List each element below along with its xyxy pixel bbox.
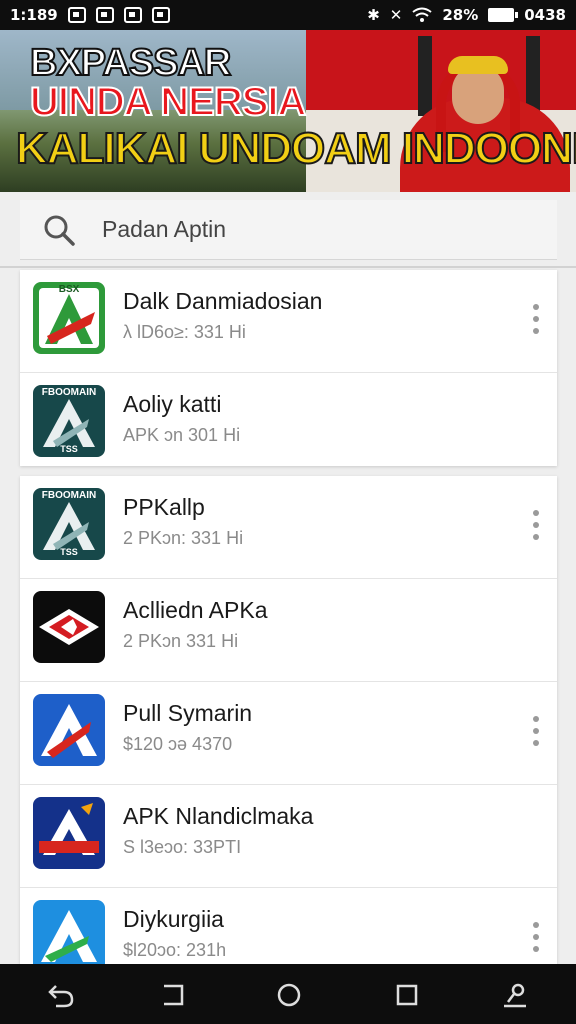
assistant-icon[interactable] bbox=[500, 980, 530, 1010]
banner-line-1: BXPASSAR bbox=[29, 41, 232, 85]
status-time: 1:189 bbox=[10, 6, 58, 24]
status-bar: 1:189 ✱ ✕ 28% 0438 bbox=[0, 0, 576, 30]
app-icon-sky bbox=[33, 900, 105, 972]
more-vert-icon[interactable] bbox=[529, 922, 543, 952]
wifi-icon bbox=[412, 7, 432, 22]
app-title: PPKallp bbox=[123, 494, 205, 520]
app-list-card: FBOOMAIN TSS PPKallp 2 PKɔn: 331 Hi Acll… bbox=[20, 476, 557, 972]
battery-percent: 28% bbox=[442, 6, 479, 24]
gallery-icon bbox=[95, 7, 114, 23]
more-vert-icon[interactable] bbox=[529, 304, 543, 334]
app-icon-label: FBOOMAIN bbox=[41, 387, 97, 398]
search-icon[interactable] bbox=[42, 213, 76, 247]
search-bar[interactable]: Padan Aptin bbox=[20, 200, 557, 260]
list-item[interactable]: Pull Symarin $120 ɔə 4370 bbox=[20, 682, 557, 785]
app-subtitle: 2 PKɔn: 331 Hi bbox=[123, 528, 244, 548]
app-icon-label-bottom: TSS bbox=[60, 444, 78, 454]
app-list-card: BSX Dalk Danmiadosian λ lD6o≥: 331 Hi FB… bbox=[20, 270, 557, 466]
promo-banner[interactable]: BXPASSAR UINDA NERSIA KALIKAI UNDOAM IND… bbox=[0, 30, 576, 192]
banner-line-3: KALIKAI UNDOAM INDOONESIA" bbox=[15, 123, 576, 174]
app-icon-label: FBOOMAIN bbox=[41, 490, 97, 501]
list-item[interactable]: FBOOMAIN TSS PPKallp 2 PKɔn: 331 Hi bbox=[20, 476, 557, 579]
more-vert-icon[interactable] bbox=[529, 510, 543, 540]
list-item[interactable]: FBOOMAIN TSS Aoliy katti APK ɔn 301 Hi bbox=[20, 373, 557, 476]
app-title: APK Nlandiclmaka bbox=[123, 803, 314, 829]
banner-line-2: UINDA NERSIA bbox=[29, 79, 307, 125]
image-icon bbox=[67, 7, 86, 23]
app-icon-black bbox=[33, 591, 105, 663]
app-subtitle: λ lD6o≥: 331 Hi bbox=[123, 322, 246, 342]
app-subtitle: $l20ɔo: 231h bbox=[123, 940, 227, 960]
app-icon-label: BSX bbox=[58, 284, 80, 295]
person-hat bbox=[448, 56, 508, 74]
app-subtitle: $120 ɔə 4370 bbox=[123, 734, 233, 754]
app-icon-label-bottom: TSS bbox=[60, 547, 78, 557]
app-title: Aclliedn APKa bbox=[123, 597, 268, 623]
navigation-bar bbox=[0, 964, 576, 1024]
divider bbox=[0, 266, 576, 268]
app-icon-teal: FBOOMAIN TSS bbox=[33, 385, 105, 457]
app-icon-teal: FBOOMAIN TSS bbox=[33, 488, 105, 560]
recent-apps-icon[interactable] bbox=[158, 980, 188, 1010]
navy-a-logo-icon bbox=[39, 803, 99, 855]
overview-icon[interactable] bbox=[392, 980, 422, 1010]
app-subtitle: APK ɔn 301 Hi bbox=[123, 425, 241, 445]
blue-a-logo-icon bbox=[41, 704, 97, 758]
app-title: Diykurgiia bbox=[123, 906, 224, 932]
sky-a-logo-icon bbox=[41, 910, 97, 962]
list-item[interactable]: APK Nlandiclmaka S l3eɔo: 33PTI bbox=[20, 785, 557, 888]
list-item[interactable]: BSX Dalk Danmiadosian λ lD6o≥: 331 Hi bbox=[20, 270, 557, 373]
black-diamond-logo-icon bbox=[39, 609, 99, 645]
status-right: ✱ ✕ 28% 0438 bbox=[367, 6, 566, 24]
person-head bbox=[452, 66, 504, 124]
battery-icon bbox=[488, 8, 519, 22]
search-input[interactable]: Padan Aptin bbox=[102, 216, 226, 243]
list-item[interactable]: Aclliedn APKa 2 PKɔn 331 Hi bbox=[20, 579, 557, 682]
photo-icon bbox=[151, 7, 170, 23]
status-clock-right: 0438 bbox=[524, 6, 566, 24]
app-icon-blue bbox=[33, 694, 105, 766]
bluetooth-icon: ✱ bbox=[367, 6, 380, 24]
app-subtitle: 2 PKɔn 331 Hi bbox=[123, 631, 239, 651]
mail-icon bbox=[123, 7, 142, 23]
app-title: Pull Symarin bbox=[123, 700, 253, 726]
app-title: Dalk Danmiadosian bbox=[123, 288, 323, 314]
app-title: Aoliy katti bbox=[123, 391, 222, 417]
back-icon[interactable] bbox=[46, 980, 76, 1010]
mute-icon: ✕ bbox=[389, 6, 403, 24]
more-vert-icon[interactable] bbox=[529, 716, 543, 746]
status-left: 1:189 bbox=[10, 6, 170, 24]
app-subtitle: S l3eɔo: 33PTI bbox=[123, 837, 242, 857]
app-icon-green: BSX bbox=[33, 282, 105, 354]
app-icon-navy bbox=[33, 797, 105, 869]
rifle-left bbox=[418, 36, 432, 116]
home-icon[interactable] bbox=[274, 980, 304, 1010]
